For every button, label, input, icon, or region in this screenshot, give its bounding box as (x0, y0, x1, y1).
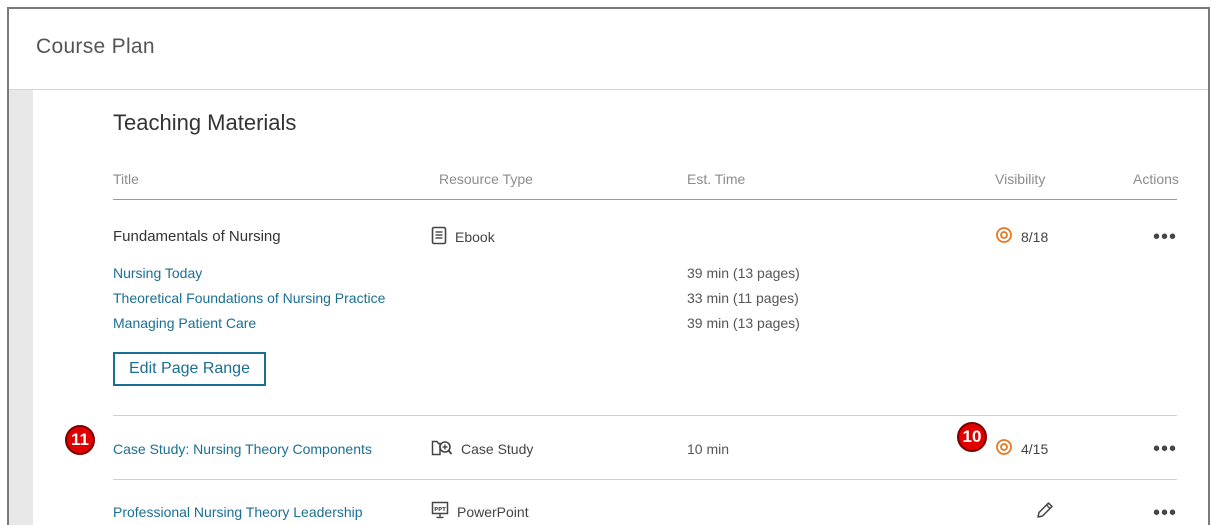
column-header-visibility: Visibility (995, 171, 1046, 187)
chapter-est-time: 33 min (11 pages) (687, 290, 799, 306)
resource-type-ebook: Ebook (431, 226, 495, 248)
chapter-link-theoretical-foundations[interactable]: Theoretical Foundations of Nursing Pract… (113, 290, 385, 306)
actions-menu-button[interactable]: ••• (1153, 227, 1177, 247)
column-header-title: Title (113, 171, 139, 187)
case-study-icon (431, 438, 453, 459)
resource-type-label: PowerPoint (457, 503, 529, 520)
chapter-link-managing-patient-care[interactable]: Managing Patient Care (113, 315, 256, 331)
row-divider (113, 479, 1177, 480)
visibility-count: 8/18 (1021, 228, 1049, 245)
section-title: Teaching Materials (113, 110, 297, 135)
chapter-est-time: 39 min (13 pages) (687, 265, 800, 281)
powerpoint-icon: PPT (431, 501, 449, 522)
actions-menu-button[interactable]: ••• (1153, 503, 1177, 523)
actions-menu-button[interactable]: ••• (1153, 439, 1177, 459)
row-divider (113, 415, 1177, 416)
header: Course Plan (9, 9, 1208, 90)
ebook-icon (431, 226, 447, 248)
chapter-est-time: 39 min (13 pages) (687, 315, 800, 331)
edit-visibility-button[interactable] (1035, 500, 1055, 524)
svg-text:PPT: PPT (434, 507, 446, 513)
resource-type-powerpoint: PPT PowerPoint (431, 501, 529, 522)
resource-type-label: Case Study (461, 440, 534, 457)
visibility-ebook[interactable]: 8/18 (995, 227, 1048, 246)
column-header-est-time: Est. Time (687, 171, 746, 187)
header-divider (113, 199, 1177, 200)
course-plan-panel: Course Plan Teaching Materials Title Res… (7, 7, 1210, 525)
visibility-case-study[interactable]: 4/15 (995, 439, 1048, 458)
visibility-count: 4/15 (1021, 440, 1049, 457)
chapter-link-nursing-today[interactable]: Nursing Today (113, 265, 202, 281)
teaching-materials-section: Teaching Materials Title Resource Type E… (113, 90, 1179, 525)
eye-icon (995, 227, 1013, 246)
est-time-case-study: 10 min (687, 441, 730, 457)
column-header-actions: Actions (1133, 171, 1179, 187)
edit-page-range-button[interactable]: Edit Page Range (113, 352, 266, 386)
row-title-fundamentals: Fundamentals of Nursing (113, 228, 281, 245)
page-title: Course Plan (36, 35, 155, 58)
row-title-powerpoint[interactable]: Professional Nursing Theory Leadership (113, 504, 363, 520)
callout-badge-11: 11 (65, 425, 95, 455)
row-title-case-study[interactable]: Case Study: Nursing Theory Components (113, 441, 372, 457)
left-gutter (9, 90, 33, 525)
eye-icon (995, 439, 1013, 458)
callout-badge-10: 10 (957, 422, 987, 452)
resource-type-case-study: Case Study (431, 438, 533, 459)
pencil-icon (1035, 502, 1055, 524)
column-header-resource-type: Resource Type (439, 171, 533, 187)
resource-type-label: Ebook (455, 229, 495, 245)
